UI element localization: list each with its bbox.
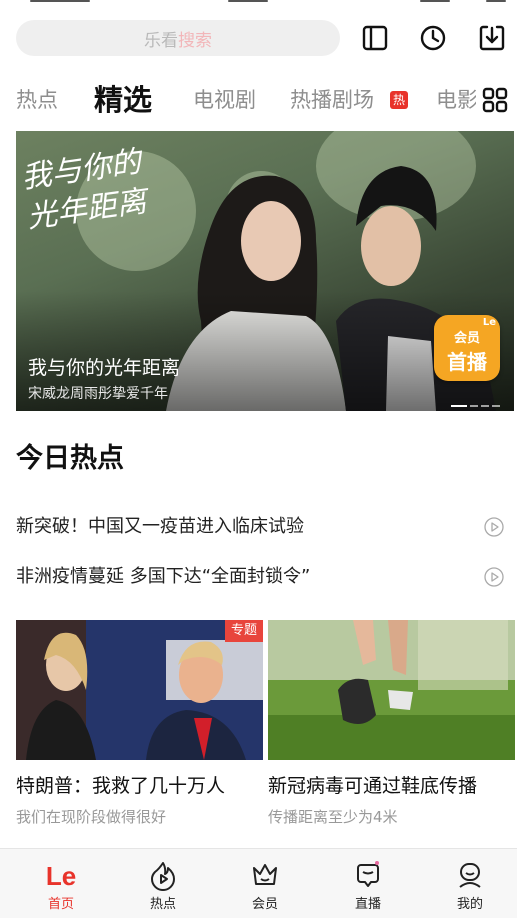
flame-icon (151, 862, 175, 891)
nav-item-home[interactable]: Le 首页 (21, 849, 101, 918)
status-carrier (30, 0, 90, 2)
hot-badge: 热 (390, 91, 408, 109)
news-card-image[interactable] (268, 620, 515, 760)
nav-item-profile[interactable]: 我的 (430, 849, 510, 918)
news-item-text: 新突破！中国又一疫苗进入临床试验 (16, 516, 304, 537)
news-item-text: 非洲疫情蔓延 多国下达“全面封锁令” (16, 566, 311, 587)
crown-icon (253, 864, 277, 885)
search-input[interactable]: 乐看 搜索 (16, 20, 340, 56)
nav-label: 热点 (149, 897, 176, 912)
nav-label: 首页 (47, 897, 74, 912)
tab-hot[interactable]: 热点 (16, 78, 58, 122)
section-title-today-hot: 今日热点 (16, 443, 124, 474)
featured-banner[interactable]: 我与你的光年距离 我与你的光年距离 宋威龙周雨彤挚爱千年 Le 会员 首播 (16, 131, 514, 411)
le-logo-icon: Le (45, 861, 77, 891)
banner-subtitle: 宋威龙周雨彤挚爱千年 (28, 386, 168, 402)
nav-item-hot[interactable]: 热点 (123, 849, 203, 918)
badge-line1: 会员 (453, 331, 480, 346)
status-indicators (420, 0, 450, 2)
nav-label: 会员 (251, 897, 278, 912)
news-card-title[interactable]: 新冠病毒可通过鞋底传播 (268, 771, 477, 798)
play-circle-icon[interactable] (484, 517, 504, 537)
bookmark-icon[interactable] (361, 24, 389, 52)
news-card-subtitle: 传播距离至少为4米 (268, 808, 398, 826)
tab-hot-theater[interactable]: 热播剧场 (290, 78, 374, 122)
badge-brand: Le (482, 317, 496, 328)
topic-tag: 专题 (224, 620, 263, 642)
play-circle-icon[interactable] (484, 567, 504, 587)
badge-line2: 首播 (447, 350, 487, 374)
news-card-title[interactable]: 特朗普：我救了几十万人 (16, 771, 225, 798)
search-placeholder-part2: 搜索 (178, 30, 212, 51)
carousel-indicator (448, 392, 500, 407)
status-time (228, 0, 268, 2)
channel-tabs: 热点 精选 电视剧 热播剧场 热 电影 (16, 78, 476, 122)
shoe-on-grass-image (268, 620, 515, 760)
status-battery (486, 0, 506, 2)
live-icon (357, 861, 379, 887)
history-clock-icon[interactable] (419, 24, 447, 52)
news-card-subtitle: 我们在现阶段做得很好 (16, 808, 167, 826)
profile-icon (459, 863, 481, 888)
nav-item-member[interactable]: 会员 (225, 849, 305, 918)
news-item[interactable]: 非洲疫情蔓延 多国下达“全面封锁令” (16, 564, 504, 590)
bottom-nav: Le 首页 热点 会员 直播 我的 (0, 848, 517, 918)
nav-label: 我的 (456, 897, 483, 912)
tab-featured[interactable]: 精选 (94, 78, 152, 122)
search-placeholder-part1: 乐看 (144, 30, 178, 51)
nav-label: 直播 (354, 897, 381, 912)
status-bar (0, 0, 517, 8)
nav-item-live[interactable]: 直播 (328, 849, 408, 918)
banner-title: 我与你的光年距离 (28, 357, 181, 379)
channel-grid-icon[interactable] (482, 87, 508, 113)
download-icon[interactable] (478, 24, 506, 52)
tab-tv-series[interactable]: 电视剧 (193, 78, 256, 122)
news-item[interactable]: 新突破！中国又一疫苗进入临床试验 (16, 514, 504, 540)
tab-movies[interactable]: 电影 (436, 78, 476, 122)
news-card-image[interactable]: 专题 (16, 620, 263, 760)
member-premiere-badge: Le 会员 首播 (434, 315, 500, 381)
